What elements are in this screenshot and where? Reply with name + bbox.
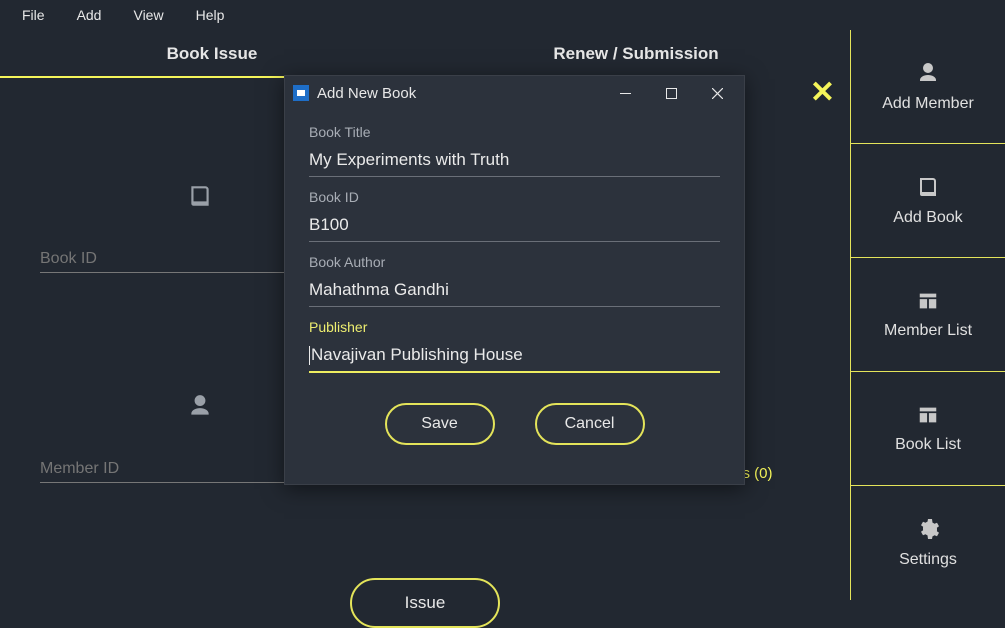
book-id-input[interactable] xyxy=(40,246,290,273)
sidebar-item-label: Member List xyxy=(884,322,972,340)
member-id-input[interactable] xyxy=(40,456,290,483)
book-author-label: Book Author xyxy=(309,254,720,270)
dialog-title: Add New Book xyxy=(317,85,602,102)
sidebar-item-label: Settings xyxy=(899,551,957,569)
gear-icon xyxy=(916,517,940,541)
minimize-button[interactable] xyxy=(602,78,648,108)
publisher-label: Publisher xyxy=(309,319,720,335)
menubar: File Add View Help xyxy=(0,0,1005,30)
tab-book-issue[interactable]: Book Issue xyxy=(0,30,424,78)
cancel-button[interactable]: Cancel xyxy=(535,403,645,445)
sidebar-book-list[interactable]: Book List xyxy=(851,372,1005,486)
publisher-input[interactable]: Navajivan Publishing House xyxy=(309,341,720,373)
book-id-label: Book ID xyxy=(309,189,720,205)
minimize-icon xyxy=(620,88,631,99)
close-button[interactable] xyxy=(694,78,740,108)
book-id-field[interactable]: B100 xyxy=(309,211,720,242)
close-icon xyxy=(712,88,723,99)
tab-renew-submission[interactable]: Renew / Submission xyxy=(424,30,848,78)
person-icon xyxy=(916,61,940,85)
menu-add[interactable]: Add xyxy=(63,3,116,27)
sidebar-item-label: Add Member xyxy=(882,95,974,113)
sidebar-settings[interactable]: Settings xyxy=(851,486,1005,600)
add-book-dialog: Add New Book Book Title My Experiments w… xyxy=(284,75,745,485)
tab-bar: Book Issue Renew / Submission xyxy=(0,30,848,78)
menu-view[interactable]: View xyxy=(119,3,177,27)
menu-file[interactable]: File xyxy=(8,3,59,27)
sidebar-item-label: Add Book xyxy=(893,209,962,227)
close-icon[interactable]: ✕ xyxy=(810,75,835,110)
sidebar-item-label: Book List xyxy=(895,436,961,454)
table-icon xyxy=(915,404,941,426)
save-button[interactable]: Save xyxy=(385,403,495,445)
sidebar: Add Member Add Book Member List Book Lis… xyxy=(850,30,1005,600)
menu-help[interactable]: Help xyxy=(182,3,239,27)
maximize-button[interactable] xyxy=(648,78,694,108)
issue-button[interactable]: Issue xyxy=(350,578,500,628)
book-icon xyxy=(915,175,941,199)
dialog-titlebar[interactable]: Add New Book xyxy=(285,76,744,110)
sidebar-add-book[interactable]: Add Book xyxy=(851,144,1005,258)
dialog-body: Book Title My Experiments with Truth Boo… xyxy=(285,110,744,459)
book-title-input[interactable]: My Experiments with Truth xyxy=(309,146,720,177)
sidebar-member-list[interactable]: Member List xyxy=(851,258,1005,372)
book-author-input[interactable]: Mahathma Gandhi xyxy=(309,276,720,307)
sidebar-add-member[interactable]: Add Member xyxy=(851,30,1005,144)
table-icon xyxy=(915,290,941,312)
book-title-label: Book Title xyxy=(309,124,720,140)
maximize-icon xyxy=(666,88,677,99)
app-icon xyxy=(293,85,309,101)
